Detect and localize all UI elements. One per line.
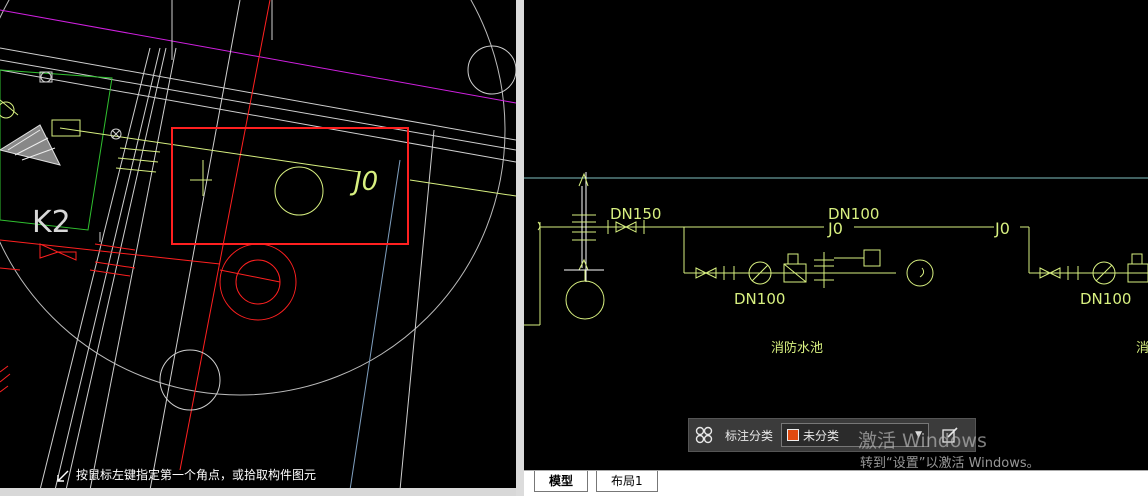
k2-label: K2 [32,205,71,240]
j0-label: J0 [349,167,378,197]
pool-label: 消防水池 [771,340,823,356]
command-prompt: 按鼠标左键指定第一个角点，或拾取构件图元 [56,464,496,486]
dn100-right-label: DN100 [1080,290,1131,308]
j0-mid-label: J0 [827,219,843,238]
category-color-swatch [787,429,800,441]
dn100-left-label: DN100 [734,290,785,308]
dn150-label: DN150 [610,205,661,223]
cad-drawing-right: DN150 DN100 J0 J0 DN100 DN100 消防水池 消 [524,172,1148,356]
cad-drawing-left: K2 J0 [0,0,516,490]
layout-tab-bar: 模型 布局1 [524,470,1148,496]
prompt-text: 按鼠标左键指定第一个角点，或拾取构件图元 [76,468,317,482]
cursor-icon [57,470,69,482]
activate-windows-hint: 转到“设置”以激活 Windows。 [860,456,1040,471]
cad-viewport-left[interactable]: K2 J0 按鼠标左键指定第一个角点，或拾取构件图元 [0,0,516,490]
tab-layout1[interactable]: 布局1 [596,471,658,492]
category-select-value: 未分类 [803,428,840,443]
partial-label: 消 [1136,341,1148,356]
left-status-strip [0,488,516,496]
pane-divider[interactable] [516,0,524,496]
activate-windows-title: 激活 Windows [858,430,987,452]
grid-icon[interactable] [689,419,719,451]
tab-model[interactable]: 模型 [534,471,589,492]
annotation-category-label: 标注分类 [725,428,774,443]
j0-right-label: J0 [994,219,1010,238]
